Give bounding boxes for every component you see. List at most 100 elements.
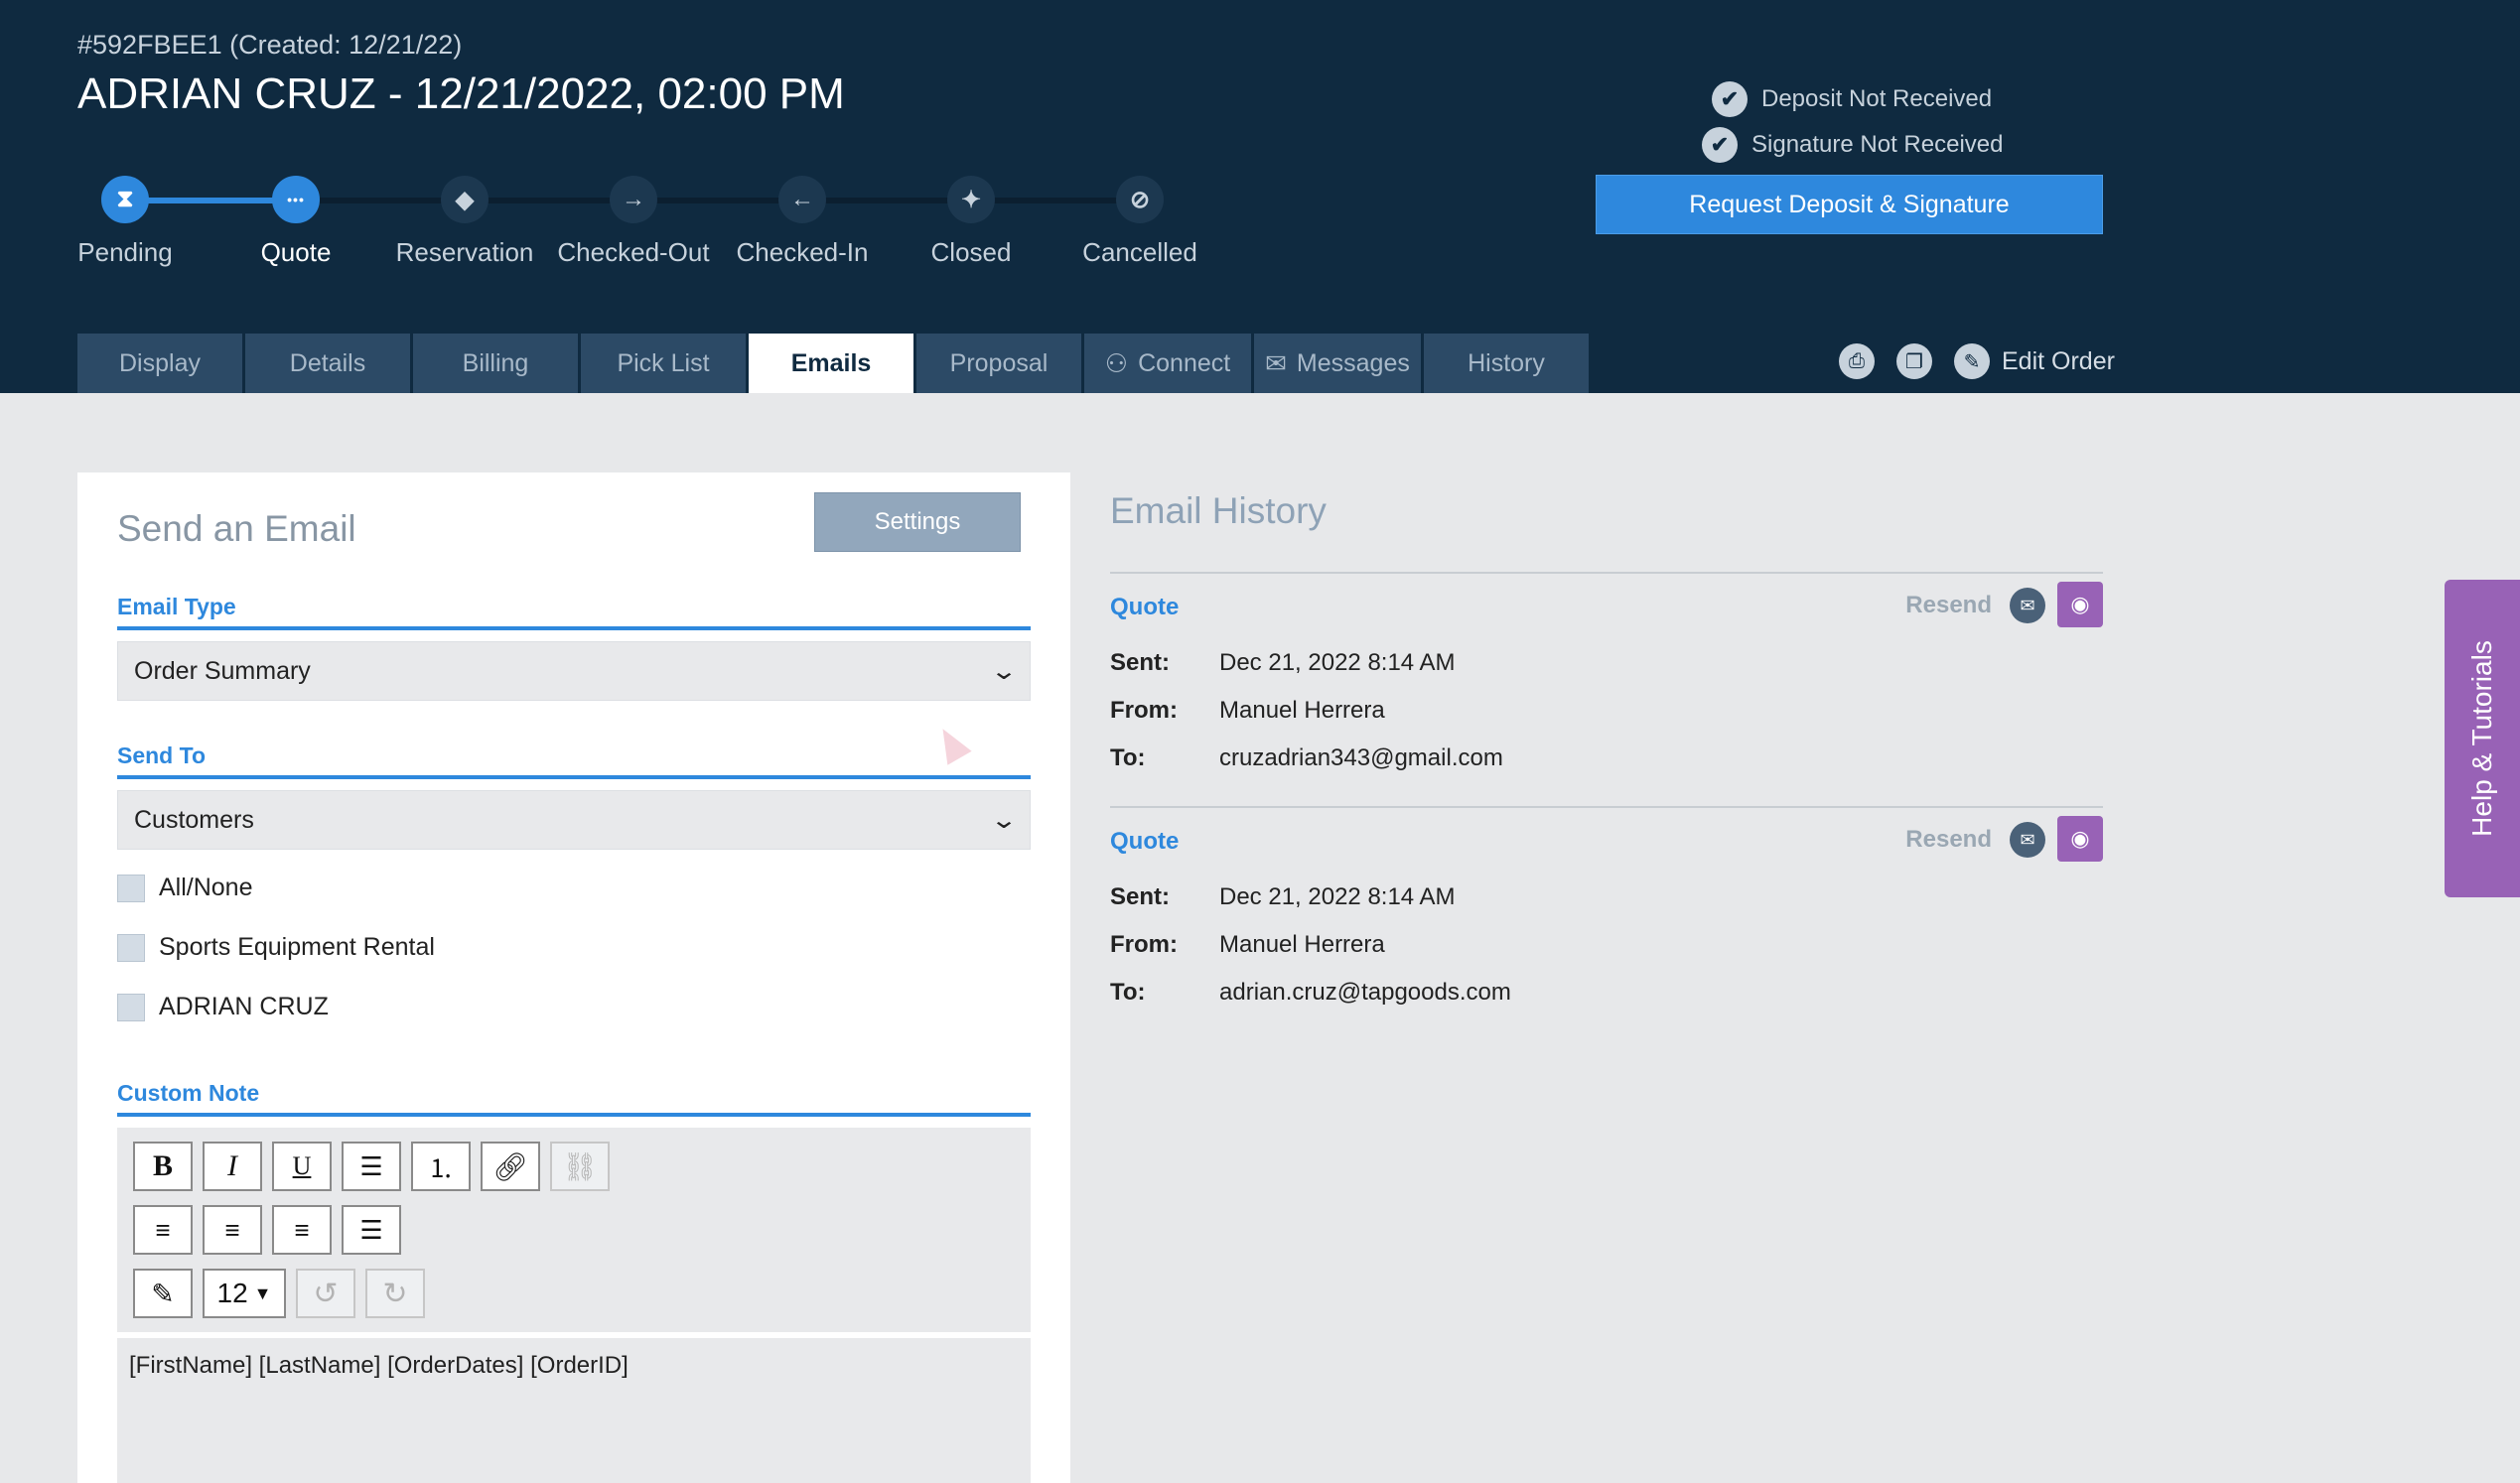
checkbox[interactable] [117, 993, 145, 1021]
send-to-label: Send To [117, 742, 1031, 779]
to-row: To: adrian.cruz@tapgoods.com [1110, 969, 2103, 1016]
checkbox[interactable] [117, 874, 145, 902]
tab-label: Connect [1138, 348, 1231, 377]
pencil-icon: ✎ [1954, 343, 1990, 379]
tab-history[interactable]: History [1424, 334, 1589, 393]
checkbox[interactable] [117, 933, 145, 962]
tab-proposal[interactable]: Proposal [916, 334, 1081, 393]
email-type-select[interactable]: Order Summary ⌄ [117, 641, 1031, 701]
step-label: Checked-In [736, 237, 869, 267]
print-icon[interactable]: ⎙ [1839, 343, 1875, 379]
email-history-entry: Quote Resend ✉ ◉ Sent: Dec 21, 2022 8:14 … [1110, 572, 2103, 782]
tab-label: Details [289, 348, 366, 377]
email-type-value: Order Summary [134, 656, 311, 685]
eye-icon[interactable]: ◉ [2057, 816, 2103, 862]
sent-value: Dec 21, 2022 8:14 AM [1219, 883, 1456, 910]
eye-icon[interactable]: ◉ [2057, 582, 2103, 627]
align-justify-icon[interactable]: ☰ [342, 1205, 401, 1255]
closed-tag-icon: ✦ [947, 176, 995, 223]
to-row: To: cruzadrian343@gmail.com [1110, 735, 2103, 782]
deposit-status: ✔ Deposit Not Received [1712, 81, 1992, 117]
email-type: Quote [1110, 828, 1180, 855]
inbox-icon: ✉ [1265, 347, 1287, 378]
underline-icon[interactable]: U [272, 1142, 332, 1191]
email-history-entry: Quote Resend ✉ ◉ Sent: Dec 21, 2022 8:14 … [1110, 806, 2103, 1016]
italic-icon[interactable]: I [203, 1142, 262, 1191]
signature-status-text: Signature Not Received [1751, 131, 2004, 158]
step-closed[interactable]: ✦ Closed [887, 167, 1055, 268]
chevron-down-icon: ⌄ [989, 657, 1019, 685]
font-size-value: 12 [216, 1278, 248, 1308]
step-pending[interactable]: ⧗ Pending [41, 167, 210, 268]
from-value: Manuel Herrera [1219, 697, 1385, 724]
cancel-icon: ⊘ [1116, 176, 1164, 223]
custom-note-editor[interactable]: [FirstName] [LastName] [OrderDates] [Ord… [117, 1338, 1031, 1483]
sent-value: Dec 21, 2022 8:14 AM [1219, 649, 1456, 676]
step-quote[interactable]: ••• Quote [211, 167, 380, 268]
tab-label: Emails [790, 348, 872, 377]
request-deposit-signature-button[interactable]: Request Deposit & Signature [1596, 175, 2103, 234]
order-status-stepper: ⧗ Pending ••• Quote ◆ Reservation → Chec… [77, 167, 1219, 276]
align-center-icon[interactable]: ≡ [203, 1205, 262, 1255]
resend-link[interactable]: Resend [1905, 592, 1992, 619]
tab-details[interactable]: Details [245, 334, 410, 393]
undo-icon[interactable]: ↺ [296, 1269, 355, 1318]
duplicate-icon[interactable]: ❐ [1896, 343, 1932, 379]
tab-label: Messages [1296, 348, 1410, 377]
tab-pick-list[interactable]: Pick List [581, 334, 746, 393]
help-tutorials-tab[interactable]: Help & Tutorials [2445, 580, 2520, 897]
edit-order-label: Edit Order [2002, 346, 2115, 375]
step-label: Checked-Out [557, 237, 710, 267]
order-id-line: #592FBEE1 (Created: 12/21/22) [77, 30, 463, 60]
send-email-title: Send an Email [117, 508, 356, 549]
recipient-adrian-cruz[interactable]: ADRIAN CRUZ [117, 993, 329, 1021]
redo-icon[interactable]: ↻ [365, 1269, 425, 1318]
tab-display[interactable]: Display [77, 334, 242, 393]
tab-emails[interactable]: Emails [749, 334, 913, 393]
to-value: cruzadrian343@gmail.com [1219, 744, 1503, 771]
mail-icon[interactable]: ✉ [2010, 822, 2045, 858]
sent-label: Sent: [1110, 883, 1170, 910]
recipient-sports-equipment-rental[interactable]: Sports Equipment Rental [117, 933, 435, 962]
step-label: Cancelled [1082, 237, 1197, 267]
text-color-icon[interactable]: ✎ [133, 1269, 193, 1318]
step-checked-in[interactable]: ← Checked-In [718, 167, 887, 268]
mail-icon[interactable]: ✉ [2010, 588, 2045, 623]
recipient-all-none[interactable]: All/None [117, 874, 253, 902]
unlink-icon[interactable]: ⛓ [550, 1142, 610, 1191]
deposit-status-text: Deposit Not Received [1761, 85, 1993, 112]
bullet-list-icon[interactable]: ☰ [342, 1142, 401, 1191]
from-row: From: Manuel Herrera [1110, 687, 2103, 735]
tab-billing[interactable]: Billing [413, 334, 578, 393]
step-checked-out[interactable]: → Checked-Out [549, 167, 718, 268]
tab-label: Pick List [617, 348, 710, 377]
link-icon[interactable]: 🔗︎ [481, 1142, 540, 1191]
check-icon: ✔ [1712, 81, 1748, 117]
align-left-icon[interactable]: ≡ [133, 1205, 193, 1255]
arrow-right-icon: → [610, 176, 657, 223]
font-size-select[interactable]: 12 ▼ [203, 1269, 286, 1318]
email-type-label: Email Type [117, 594, 1031, 630]
settings-button[interactable]: Settings [814, 492, 1021, 552]
chevron-down-icon: ⌄ [989, 806, 1019, 834]
step-label: Pending [77, 237, 173, 267]
tab-label: Display [119, 348, 201, 377]
tab-messages[interactable]: ✉ Messages [1254, 334, 1421, 393]
step-label: Quote [260, 237, 332, 267]
page-title: ADRIAN CRUZ - 12/21/2022, 02:00 PM [77, 69, 845, 118]
tab-connect[interactable]: ⚇ Connect [1084, 334, 1251, 393]
step-cancelled[interactable]: ⊘ Cancelled [1055, 167, 1224, 268]
step-reservation[interactable]: ◆ Reservation [380, 167, 549, 268]
numbered-list-icon[interactable]: ⒈ [411, 1142, 471, 1191]
tag-icon: ◆ [441, 176, 489, 223]
step-label: Reservation [395, 237, 534, 267]
send-to-select[interactable]: Customers ⌄ [117, 790, 1031, 850]
align-right-icon[interactable]: ≡ [272, 1205, 332, 1255]
from-label: From: [1110, 697, 1178, 724]
edit-order-button[interactable]: ✎ Edit Order [1954, 343, 2115, 379]
check-icon: ✔ [1702, 127, 1738, 163]
order-tools: ⎙ ❐ ✎ Edit Order [1839, 341, 2115, 381]
resend-link[interactable]: Resend [1905, 826, 1992, 854]
bold-icon[interactable]: B [133, 1142, 193, 1191]
custom-note-label: Custom Note [117, 1080, 1031, 1117]
